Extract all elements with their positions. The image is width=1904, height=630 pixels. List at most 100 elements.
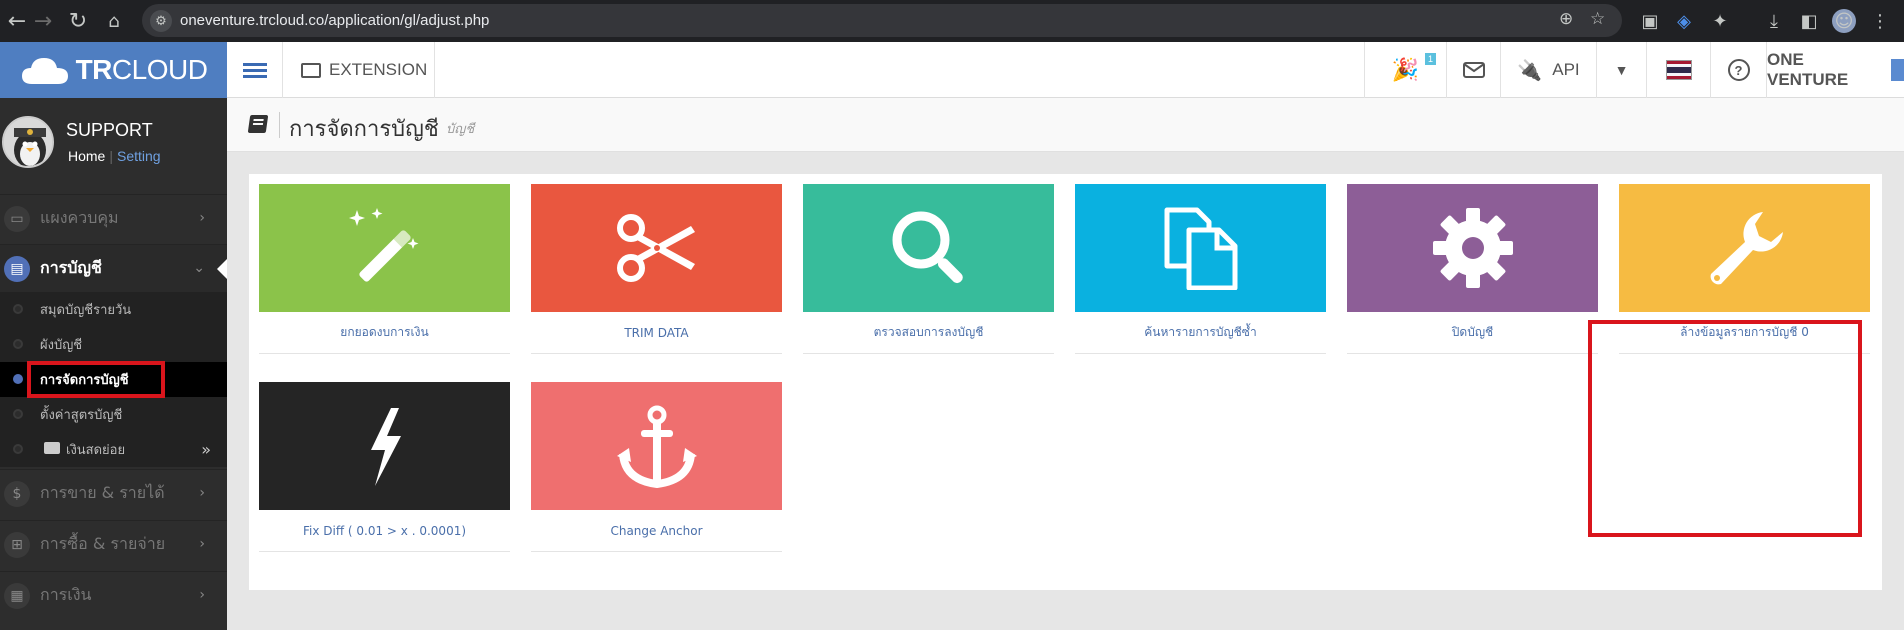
page-header: การจัดการบัญชี บัญชี — [227, 98, 1904, 152]
tool-tile-close-accounts[interactable]: ปิดบัญชี — [1347, 184, 1598, 362]
sidebar-subitem-label: เงินสดย่อย — [66, 443, 126, 458]
tool-tile-change-anchor[interactable]: Change Anchor — [531, 382, 782, 560]
link-separator: | — [109, 148, 113, 164]
tile-label[interactable]: Change Anchor — [531, 510, 782, 552]
shield-extension-icon[interactable]: ◈ — [1672, 9, 1696, 33]
thai-flag-icon — [1665, 60, 1692, 80]
bullet-dot — [13, 409, 23, 419]
sidebar-subitem-petty-cash[interactable]: เงินสดย่อย » — [0, 432, 227, 467]
profile-links: Home | Setting — [68, 148, 161, 164]
building-icon — [1891, 59, 1904, 81]
tool-tile-trim-data[interactable]: TRIM DATA — [531, 184, 782, 362]
reload-icon[interactable]: ↻ — [61, 0, 95, 42]
sidebar-item-dashboard[interactable]: ▭ แผงควบคุม › — [0, 194, 227, 242]
sidebar-item-sales[interactable]: $ การขาย & รายได้ › — [0, 469, 227, 517]
setting-link[interactable]: Setting — [117, 148, 161, 164]
tile-face — [1075, 184, 1326, 312]
messages-button[interactable] — [1446, 42, 1500, 98]
tile-label[interactable]: ปิดบัญชี — [1347, 312, 1598, 354]
sidebar-subitem-label: สมุดบัญชีรายวัน — [40, 303, 132, 318]
tile-label[interactable]: ค้นหารายการบัญชีซ้ำ — [1075, 312, 1326, 354]
calendar-icon: ▦ — [4, 582, 30, 609]
extension-button[interactable]: EXTENSION — [283, 42, 435, 98]
bullet-dot — [13, 374, 23, 384]
trcloud-logo[interactable]: TRCLOUD — [0, 42, 227, 98]
bookmark-star-icon[interactable]: ☆ — [1590, 9, 1605, 29]
sidebar-item-purchases[interactable]: ⊞ การซื้อ & รายจ่าย › — [0, 520, 227, 568]
tile-label[interactable]: Fix Diff ( 0.01 > x . 0.0001) — [259, 510, 510, 552]
caret-down-icon: ▼ — [1614, 62, 1629, 78]
sidebar-subitem-journal[interactable]: สมุดบัญชีรายวัน — [0, 292, 227, 327]
extension-label: EXTENSION — [329, 60, 428, 79]
sidebar-subitem-account-management[interactable]: การจัดการบัญชี — [0, 362, 227, 397]
monitor-icon: ▭ — [4, 205, 30, 232]
book-icon: ▤ — [4, 255, 30, 282]
dropdown-button[interactable]: ▼ — [1596, 42, 1646, 98]
api-label: API — [1552, 60, 1580, 79]
address-bar[interactable]: ⚙ oneventure.trcloud.co/application/gl/a… — [142, 4, 1622, 37]
tool-tile-fix-diff[interactable]: Fix Diff ( 0.01 > x . 0.0001) — [259, 382, 510, 560]
page-subtitle: บัญชี — [446, 122, 475, 137]
site-info-icon[interactable]: ⚙ — [150, 10, 172, 32]
penguin-avatar-icon — [4, 118, 52, 166]
notifications-button[interactable]: 🎉 1 — [1364, 42, 1446, 98]
menu-toggle-button[interactable] — [227, 42, 283, 98]
sidebar-subitem-chart-of-accounts[interactable]: ผังบัญชี — [0, 327, 227, 362]
scissors-icon — [616, 214, 695, 282]
user-name: SUPPORT — [66, 120, 153, 140]
sidebar: SUPPORT Home | Setting ▭ แผงควบคุม › ▤ การ… — [0, 98, 227, 630]
bullet-dot — [13, 339, 23, 349]
envelope-icon — [1462, 62, 1485, 78]
sidebar-item-label: การซื้อ & รายจ่าย — [40, 534, 166, 553]
sidebar-subitem-label: การจัดการบัญชี — [40, 373, 129, 388]
tile-label[interactable]: TRIM DATA — [531, 312, 782, 354]
bullet-dot — [13, 444, 23, 454]
puzzle-icon[interactable]: ✦ — [1708, 9, 1732, 33]
sidebar-item-finance[interactable]: ▦ การเงิน › — [0, 571, 227, 619]
help-button[interactable]: ? — [1710, 42, 1766, 98]
tile-label[interactable]: ล้างข้อมูลรายการบัญชี 0 — [1619, 312, 1870, 354]
id-card-icon — [44, 442, 60, 454]
forward-icon[interactable]: → — [26, 0, 60, 42]
cloud-icon — [21, 58, 68, 84]
page-title: การจัดการบัญชี — [289, 117, 439, 142]
tool-tile-find-duplicates[interactable]: ค้นหารายการบัญชีซ้ำ — [1075, 184, 1326, 362]
cart-icon: ⊞ — [4, 531, 30, 558]
book-icon — [247, 115, 269, 133]
company-switcher[interactable]: ONE VENTURE — [1766, 42, 1904, 98]
profile-avatar-icon[interactable]: ☺ — [1832, 9, 1856, 33]
tool-tile-clear-zero-entries[interactable]: ล้างข้อมูลรายการบัญชี 0 — [1619, 184, 1870, 362]
browser-toolbar: ← → ↻ ⌂ ⚙ oneventure.trcloud.co/applicat… — [0, 0, 1904, 42]
home-link[interactable]: Home — [68, 148, 105, 164]
sidebar-subitem-account-formula[interactable]: ตั้งค่าสูตรบัญชี — [0, 397, 227, 432]
tool-tile-check-posting[interactable]: ตรวจสอบการลงบัญชี — [803, 184, 1054, 362]
zoom-icon[interactable]: ⊕ — [1559, 9, 1573, 29]
sidebar-subitem-label: ผังบัญชี — [40, 338, 83, 353]
gear-icon — [1432, 208, 1513, 288]
api-button[interactable]: 🔌 API — [1500, 42, 1596, 98]
language-button[interactable] — [1646, 42, 1710, 98]
tile-face — [259, 382, 510, 510]
sidebar-item-accounting[interactable]: ▤ การบัญชี ⌄ — [0, 244, 227, 292]
chevron-right-icon: › — [199, 210, 205, 226]
browser-menu-icon[interactable]: ⋮ — [1868, 9, 1892, 33]
tile-face — [803, 184, 1054, 312]
tile-label[interactable]: ตรวจสอบการลงบัญชี — [803, 312, 1054, 354]
tile-label[interactable]: ยกยอดงบการเงิน — [259, 312, 510, 354]
extension-icon[interactable]: ▣ — [1638, 9, 1662, 33]
side-panel-icon[interactable]: ◧ — [1797, 9, 1821, 33]
tile-face — [1347, 184, 1598, 312]
bullet-dot — [13, 304, 23, 314]
avatar[interactable] — [2, 116, 54, 168]
dollar-icon: $ — [4, 480, 30, 507]
chevron-right-icon: › — [199, 587, 205, 603]
user-profile: SUPPORT Home | Setting — [0, 98, 227, 176]
tile-face — [531, 184, 782, 312]
tile-face — [531, 382, 782, 510]
download-icon[interactable]: ⤓ — [1762, 9, 1786, 33]
home-icon[interactable]: ⌂ — [97, 0, 131, 42]
plug-icon: 🔌 — [1517, 59, 1543, 82]
tool-tile-carry-forward[interactable]: ยกยอดงบการเงิน — [259, 184, 510, 362]
company-name: ONE VENTURE — [1767, 50, 1849, 89]
double-chevron-right-icon: » — [201, 440, 211, 459]
